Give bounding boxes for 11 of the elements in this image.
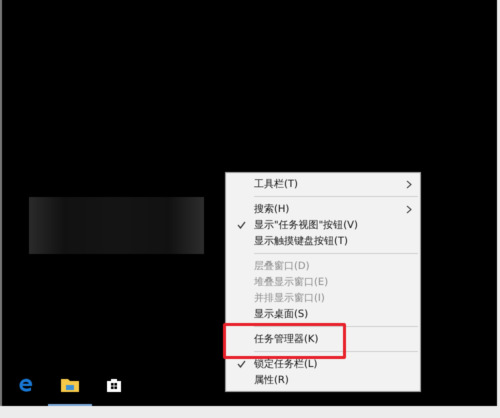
menu-item[interactable]: 锁定任务栏(L)	[226, 356, 420, 372]
folder-icon	[61, 378, 79, 392]
store-bag-icon	[106, 377, 122, 393]
menu-item[interactable]: 工具栏(T)	[226, 176, 420, 192]
menu-item[interactable]: 显示"任务视图"按钮(V)	[226, 217, 420, 233]
menu-item[interactable]: 搜索(H)	[226, 201, 420, 217]
menu-item[interactable]: 属性(R)	[226, 372, 420, 388]
menu-item[interactable]: 任务管理器(K)	[226, 331, 420, 347]
browser-icon	[18, 377, 34, 393]
menu-item[interactable]: 显示触摸键盘按钮(T)	[226, 233, 420, 249]
menu-item[interactable]: 显示桌面(S)	[226, 306, 420, 322]
